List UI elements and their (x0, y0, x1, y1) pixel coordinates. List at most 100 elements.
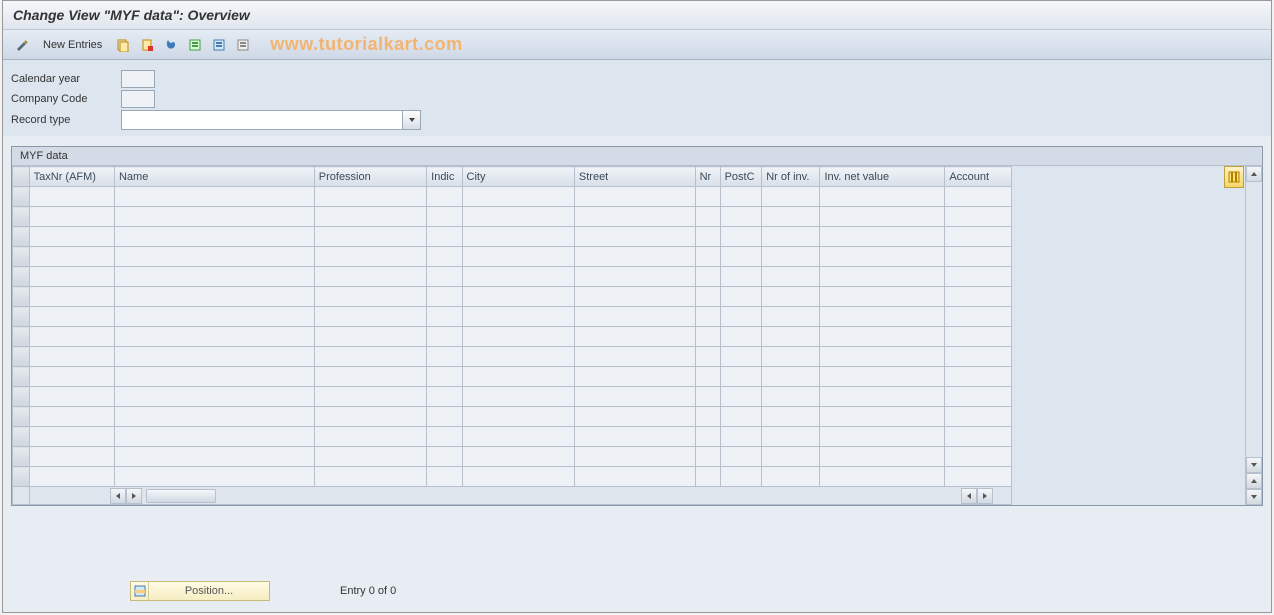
cell[interactable] (29, 407, 114, 427)
cell[interactable] (314, 287, 426, 307)
row-selector[interactable] (13, 407, 30, 427)
cell[interactable] (762, 427, 820, 447)
cell[interactable] (762, 467, 820, 487)
cell[interactable] (695, 207, 720, 227)
cell[interactable] (462, 367, 574, 387)
cell[interactable] (720, 327, 762, 347)
cell[interactable] (720, 247, 762, 267)
cell[interactable] (695, 367, 720, 387)
col-header-10[interactable]: Account (945, 167, 1012, 187)
undo-icon[interactable] (162, 36, 180, 54)
cell[interactable] (314, 367, 426, 387)
cell[interactable] (114, 367, 314, 387)
row-selector[interactable] (13, 427, 30, 447)
cell[interactable] (720, 447, 762, 467)
cell[interactable] (720, 367, 762, 387)
row-selector[interactable] (13, 267, 30, 287)
cell[interactable] (574, 367, 695, 387)
cell[interactable] (574, 267, 695, 287)
cell[interactable] (945, 387, 1012, 407)
horizontal-scrollbar[interactable] (30, 488, 1011, 504)
cell[interactable] (820, 227, 945, 247)
cell[interactable] (720, 407, 762, 427)
cell[interactable] (314, 247, 426, 267)
cell[interactable] (462, 267, 574, 287)
cell[interactable] (574, 207, 695, 227)
cell[interactable] (574, 287, 695, 307)
cell[interactable] (820, 207, 945, 227)
cell[interactable] (695, 227, 720, 247)
cell[interactable] (314, 407, 426, 427)
cell[interactable] (462, 187, 574, 207)
cell[interactable] (720, 307, 762, 327)
cell[interactable] (945, 247, 1012, 267)
cell[interactable] (462, 387, 574, 407)
cell[interactable] (762, 347, 820, 367)
cell[interactable] (945, 267, 1012, 287)
cell[interactable] (720, 227, 762, 247)
cell[interactable] (695, 247, 720, 267)
cell[interactable] (114, 267, 314, 287)
col-header-1[interactable]: Name (114, 167, 314, 187)
cell[interactable] (114, 187, 314, 207)
company-code-input[interactable] (121, 90, 155, 108)
cell[interactable] (695, 467, 720, 487)
cell[interactable] (820, 367, 945, 387)
cell[interactable] (462, 407, 574, 427)
row-selector-header[interactable] (13, 167, 30, 187)
cell[interactable] (462, 467, 574, 487)
cell[interactable] (945, 347, 1012, 367)
cell[interactable] (945, 447, 1012, 467)
cell[interactable] (574, 347, 695, 367)
col-header-5[interactable]: Street (574, 167, 695, 187)
cell[interactable] (314, 387, 426, 407)
configure-columns-button[interactable] (1224, 166, 1244, 188)
scroll-right-icon[interactable] (126, 488, 142, 504)
cell[interactable] (462, 347, 574, 367)
cell[interactable] (462, 227, 574, 247)
col-header-2[interactable]: Profession (314, 167, 426, 187)
scroll-left-icon[interactable] (110, 488, 126, 504)
cell[interactable] (574, 427, 695, 447)
cell[interactable] (820, 287, 945, 307)
cell[interactable] (820, 447, 945, 467)
cell[interactable] (574, 407, 695, 427)
cell[interactable] (945, 407, 1012, 427)
col-header-6[interactable]: Nr (695, 167, 720, 187)
cell[interactable] (945, 307, 1012, 327)
cell[interactable] (29, 287, 114, 307)
cell[interactable] (462, 307, 574, 327)
scroll-left2-icon[interactable] (961, 488, 977, 504)
cell[interactable] (29, 207, 114, 227)
col-header-0[interactable]: TaxNr (AFM) (29, 167, 114, 187)
cell[interactable] (114, 467, 314, 487)
cell[interactable] (762, 227, 820, 247)
cell[interactable] (945, 327, 1012, 347)
cell[interactable] (114, 307, 314, 327)
cell[interactable] (762, 287, 820, 307)
cell[interactable] (762, 207, 820, 227)
cell[interactable] (945, 227, 1012, 247)
cell[interactable] (720, 267, 762, 287)
cell[interactable] (574, 307, 695, 327)
cell[interactable] (720, 387, 762, 407)
calendar-year-input[interactable] (121, 70, 155, 88)
cell[interactable] (314, 447, 426, 467)
cell[interactable] (574, 247, 695, 267)
scroll-down3-icon[interactable] (1246, 489, 1262, 505)
cell[interactable] (762, 187, 820, 207)
cell[interactable] (762, 367, 820, 387)
cell[interactable] (427, 307, 462, 327)
cell[interactable] (427, 187, 462, 207)
deselect-all-icon[interactable] (234, 36, 252, 54)
cell[interactable] (462, 247, 574, 267)
cell[interactable] (574, 187, 695, 207)
cell[interactable] (29, 367, 114, 387)
copy-icon[interactable] (114, 36, 132, 54)
row-selector[interactable] (13, 447, 30, 467)
cell[interactable] (820, 427, 945, 447)
position-button[interactable]: Position... (130, 581, 270, 601)
cell[interactable] (314, 467, 426, 487)
row-selector[interactable] (13, 367, 30, 387)
cell[interactable] (29, 447, 114, 467)
